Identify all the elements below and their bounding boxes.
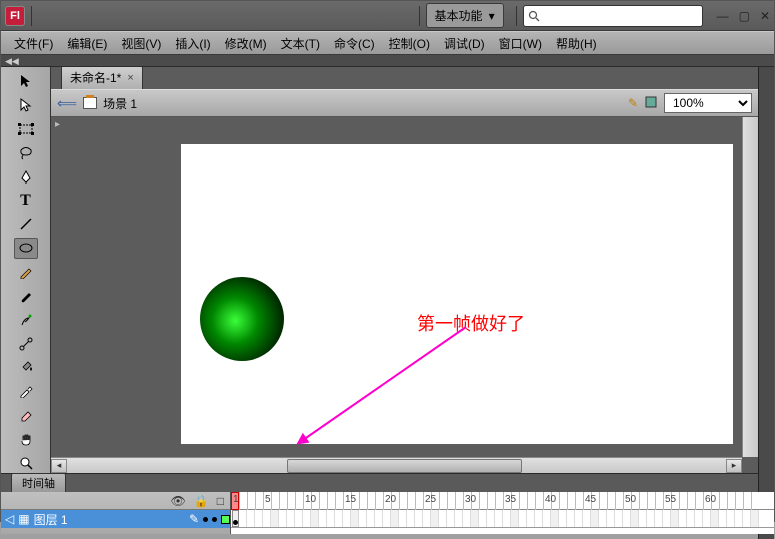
document-tab-title: 未命名-1* [70, 69, 121, 86]
workspace-dropdown[interactable]: 基本功能 ▾ [426, 3, 504, 28]
lasso-tool[interactable] [14, 142, 38, 163]
layer-row[interactable]: ◁ ▦ 图层 1 ✎ [1, 510, 230, 528]
right-panel-collapsed[interactable] [758, 67, 774, 539]
oval-tool[interactable] [14, 238, 38, 259]
tick-label: 30 [465, 494, 476, 505]
tools-panel: T [1, 67, 51, 473]
tick-label: 45 [585, 494, 596, 505]
menu-modify[interactable]: 修改(M) [218, 32, 274, 55]
document-tabs: 未命名-1* × [51, 67, 758, 89]
menu-file[interactable]: 文件(F) [7, 32, 60, 55]
close-tab-icon[interactable]: × [127, 72, 133, 84]
menu-view[interactable]: 视图(V) [114, 32, 168, 55]
menu-commands[interactable]: 命令(C) [327, 32, 382, 55]
lock-header-icon[interactable]: 🔒 [194, 494, 209, 508]
paint-bucket-tool[interactable] [14, 357, 38, 378]
line-tool[interactable] [14, 214, 38, 235]
scroll-right-button[interactable]: ▸ [726, 459, 742, 473]
tick-label: 25 [425, 494, 436, 505]
annotation-text: 第一帧做好了 [417, 310, 525, 336]
hand-tool[interactable] [14, 428, 38, 449]
bone-tool[interactable] [14, 333, 38, 354]
scene-back-button[interactable]: ⟸ [57, 95, 77, 112]
selection-tool[interactable] [14, 71, 38, 92]
app-icon: Fl [5, 6, 25, 26]
panel-shelf[interactable]: ◀◀ [1, 55, 774, 67]
tick-label: 5 [265, 494, 271, 505]
search-input[interactable] [543, 9, 698, 23]
frame-ruler[interactable]: 151015202530354045505560 [231, 492, 774, 510]
menu-edit[interactable]: 编辑(E) [60, 32, 114, 55]
timeline-tab[interactable]: 时间轴 [11, 473, 66, 493]
layer-visible-dot[interactable] [203, 517, 208, 522]
vertical-scrollbar[interactable] [742, 117, 758, 457]
layer-outline-swatch[interactable] [221, 515, 230, 524]
keyframe-1[interactable] [232, 510, 239, 527]
eraser-tool[interactable] [14, 405, 38, 426]
canvas-container: ▸ 第一帧做好了 ◂ ▸ [51, 117, 758, 473]
zoom-select[interactable]: 100% [664, 93, 752, 113]
tick-label: 35 [505, 494, 516, 505]
subselection-tool[interactable] [14, 95, 38, 116]
workspace-label: 基本功能 [435, 7, 483, 24]
menu-text[interactable]: 文本(T) [274, 32, 327, 55]
pencil-tool[interactable] [14, 262, 38, 283]
menu-debug[interactable]: 调试(D) [437, 32, 492, 55]
deco-tool[interactable] [14, 309, 38, 330]
menu-window[interactable]: 窗口(W) [492, 32, 549, 55]
symbol-icon[interactable] [644, 95, 658, 112]
frames-area: 151015202530354045505560 [231, 492, 774, 534]
timeline-panel: 时间轴 👁 🔒 □ ◁ ▦ 图层 1 ✎ 1510152025303540455… [1, 473, 774, 533]
tick-label: 1 [233, 494, 239, 505]
tick-label: 20 [385, 494, 396, 505]
tick-label: 55 [665, 494, 676, 505]
layer-name: 图层 1 [34, 511, 185, 528]
layer-panel: 👁 🔒 □ ◁ ▦ 图层 1 ✎ [1, 492, 231, 534]
tick-label: 50 [625, 494, 636, 505]
layer-lock-dot[interactable] [212, 517, 217, 522]
scroll-left-button[interactable]: ◂ [51, 459, 67, 473]
brush-tool[interactable] [14, 285, 38, 306]
pen-tool[interactable] [14, 166, 38, 187]
chevron-down-icon: ▾ [489, 9, 495, 23]
layer-nav-icon: ◁ [5, 512, 14, 526]
eyedropper-tool[interactable] [14, 381, 38, 402]
scroll-thumb[interactable] [287, 459, 522, 473]
close-button[interactable]: ✕ [760, 9, 770, 23]
menu-control[interactable]: 控制(O) [382, 32, 437, 55]
menu-bar: 文件(F) 编辑(E) 视图(V) 插入(I) 修改(M) 文本(T) 命令(C… [1, 31, 774, 55]
edit-scene-icon[interactable]: ✎ [628, 96, 638, 110]
search-icon [528, 10, 540, 22]
title-bar: Fl 基本功能 ▾ — ▢ ✕ [1, 1, 774, 31]
document-area: 未命名-1* × ⟸ 场景 1 ✎ 100% ▸ 第一帧做好了 [51, 67, 758, 473]
tick-label: 60 [705, 494, 716, 505]
menu-insert[interactable]: 插入(I) [168, 32, 217, 55]
scene-bar: ⟸ 场景 1 ✎ 100% [51, 89, 758, 117]
maximize-button[interactable]: ▢ [739, 9, 750, 23]
tick-label: 10 [305, 494, 316, 505]
minimize-button[interactable]: — [717, 9, 729, 23]
layer-pencil-icon: ✎ [189, 512, 199, 526]
menu-help[interactable]: 帮助(H) [549, 32, 604, 55]
frames-row[interactable] [231, 510, 774, 528]
scene-icon [83, 97, 97, 109]
scene-label: 场景 1 [103, 95, 137, 112]
text-tool[interactable]: T [14, 190, 38, 211]
free-transform-tool[interactable] [14, 119, 38, 140]
tick-label: 40 [545, 494, 556, 505]
layer-page-icon: ▦ [18, 512, 29, 526]
green-sphere-graphic[interactable] [200, 277, 284, 361]
tick-label: 15 [345, 494, 356, 505]
document-tab[interactable]: 未命名-1* × [61, 65, 143, 89]
collapse-arrow-icon: ◀◀ [5, 56, 19, 67]
zoom-tool[interactable] [14, 452, 38, 473]
visibility-header-icon[interactable]: 👁 [171, 494, 186, 508]
outline-header-icon[interactable]: □ [217, 494, 224, 508]
search-box[interactable] [523, 5, 703, 27]
horizontal-scrollbar[interactable]: ◂ ▸ [51, 457, 742, 473]
